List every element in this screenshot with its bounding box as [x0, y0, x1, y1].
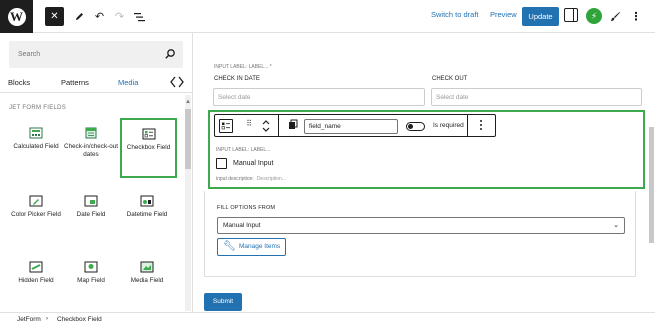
check-out-date-input[interactable]: Select date	[431, 88, 642, 106]
block-date-field[interactable]: Date Field	[64, 195, 118, 253]
checkbox-field-block[interactable]: ⠿ field_name Is required INPUT LABEL: LA…	[208, 110, 645, 189]
category-title: JET FORM FIELDS	[9, 105, 67, 111]
search-icon	[165, 49, 175, 59]
breadcrumb-item-jetform[interactable]: JetForm	[17, 316, 41, 323]
calendar-icon	[85, 127, 97, 139]
sidebar-scroll-thumb[interactable]	[185, 109, 191, 169]
block-label: Calculated Field	[13, 143, 59, 150]
fill-options-panel: FILL OPTIONS FROM Manual Input ⌄ 🔧︎ Mana…	[204, 191, 636, 277]
toolbar-divider	[467, 115, 468, 136]
scroll-up-icon[interactable]: ▲	[185, 99, 191, 107]
manage-items-button[interactable]: 🔧︎ Manage Items	[217, 238, 286, 256]
field-name-input[interactable]: field_name	[304, 119, 398, 134]
more-vertical-icon[interactable]: ⋮	[626, 7, 645, 26]
breadcrumb-item-checkbox-field[interactable]: Checkbox Field	[57, 316, 102, 323]
more-options-icon[interactable]	[474, 119, 488, 133]
block-label: Color Picker Field	[11, 211, 61, 218]
close-inserter-icon[interactable]	[170, 75, 184, 89]
block-calculated-field[interactable]: Calculated Field	[9, 121, 63, 179]
fill-options-value: Manual Input	[223, 222, 261, 229]
search-input[interactable]: Search	[9, 41, 183, 68]
tab-patterns[interactable]: Patterns	[61, 78, 89, 87]
brush-icon[interactable]	[606, 7, 625, 26]
wordpress-logo-icon[interactable]: W	[0, 0, 33, 33]
block-label: Date Field	[76, 211, 106, 218]
canvas-scroll-thumb[interactable]	[649, 127, 654, 243]
block-map-field[interactable]: Map Field	[64, 261, 118, 312]
media-icon	[140, 261, 154, 273]
chevron-right-icon: ›	[46, 316, 48, 322]
copy-icon[interactable]	[286, 119, 300, 133]
breadcrumb: JetForm › Checkbox Field	[0, 312, 655, 326]
check-out-label: CHECK OUT	[432, 76, 468, 82]
description-input[interactable]: Description...	[257, 176, 286, 182]
block-checkbox-field[interactable]: Checkbox Field	[120, 118, 177, 178]
block-label: Map Field	[77, 277, 105, 284]
jetplugins-bolt-icon[interactable]: ⚡	[586, 8, 602, 24]
submit-button[interactable]: Submit	[204, 293, 242, 311]
date-icon	[84, 195, 98, 207]
checkbox-list-icon[interactable]	[219, 119, 233, 133]
list-view-icon[interactable]	[130, 7, 149, 26]
form-content: INPUT LABEL: LABEL... * CHECK IN DATE CH…	[204, 33, 645, 312]
search-placeholder: Search	[18, 51, 41, 58]
input-label-hint: INPUT LABEL: LABEL... *	[214, 64, 272, 70]
input-label-hint: INPUT LABEL: LABEL...	[216, 147, 271, 153]
block-media-field[interactable]: Media Field	[120, 261, 174, 312]
update-button[interactable]: Update	[522, 7, 559, 26]
undo-icon[interactable]: ↶	[90, 7, 109, 26]
tab-blocks[interactable]: Blocks	[8, 78, 30, 87]
is-required-label: Is required	[433, 122, 464, 129]
inserter-tabs: Blocks Patterns Media	[0, 71, 192, 93]
block-check-in-check-out-dates[interactable]: Check-in/check-out dates	[64, 121, 118, 179]
block-label: Media Field	[130, 277, 164, 284]
checkbox-list-icon	[142, 128, 155, 140]
block-label: Checkbox Field	[126, 144, 171, 151]
editor-canvas: INPUT LABEL: LABEL... * CHECK IN DATE CH…	[194, 33, 655, 312]
drag-handle-icon[interactable]: ⠿	[242, 119, 256, 133]
datetime-icon	[140, 195, 154, 207]
top-toolbar: W ✕ ↶ ↷ Switch to draft Preview Update ⚡…	[0, 0, 655, 33]
description-label: input description:	[216, 176, 254, 182]
wrench-icon: 🔧︎	[223, 241, 236, 252]
map-icon	[84, 261, 98, 273]
move-up-down-icon[interactable]	[259, 119, 273, 133]
block-toolbar: ⠿ field_name Is required	[214, 114, 496, 137]
color-picker-icon	[29, 195, 43, 207]
checkbox-option-label: Manual Input	[233, 160, 274, 167]
description-row: input description: Description...	[216, 176, 286, 182]
checkbox[interactable]	[216, 158, 227, 169]
pencil-icon[interactable]	[70, 7, 89, 26]
settings-panel-icon[interactable]	[564, 8, 578, 22]
required-toggle[interactable]	[406, 122, 425, 131]
hidden-icon	[29, 261, 43, 273]
block-color-picker-field[interactable]: Color Picker Field	[9, 195, 63, 253]
block-datetime-field[interactable]: Datetime Field	[120, 195, 174, 253]
chevron-down-icon: ⌄	[613, 222, 619, 229]
fill-options-title: FILL OPTIONS FROM	[217, 205, 276, 211]
check-in-date-input[interactable]: Select date	[213, 88, 425, 106]
check-in-label: CHECK IN DATE	[214, 76, 260, 82]
block-label: Hidden Field	[18, 277, 54, 284]
toolbar-divider	[278, 115, 279, 136]
block-inserter-sidebar: Search Blocks Patterns Media JET FORM FI…	[0, 33, 193, 312]
tab-media[interactable]: Media	[118, 78, 138, 87]
block-label: Check-in/check-out dates	[64, 143, 118, 158]
close-icon[interactable]: ✕	[45, 7, 64, 26]
block-hidden-field[interactable]: Hidden Field	[9, 261, 63, 312]
switch-to-draft-button[interactable]: Switch to draft	[431, 10, 479, 19]
manage-items-label: Manage Items	[239, 243, 281, 250]
block-label: Datetime Field	[126, 211, 168, 218]
calculator-icon	[29, 127, 43, 139]
fill-options-select[interactable]: Manual Input ⌄	[217, 217, 625, 234]
preview-button[interactable]: Preview	[490, 10, 517, 19]
redo-icon[interactable]: ↷	[110, 7, 129, 26]
